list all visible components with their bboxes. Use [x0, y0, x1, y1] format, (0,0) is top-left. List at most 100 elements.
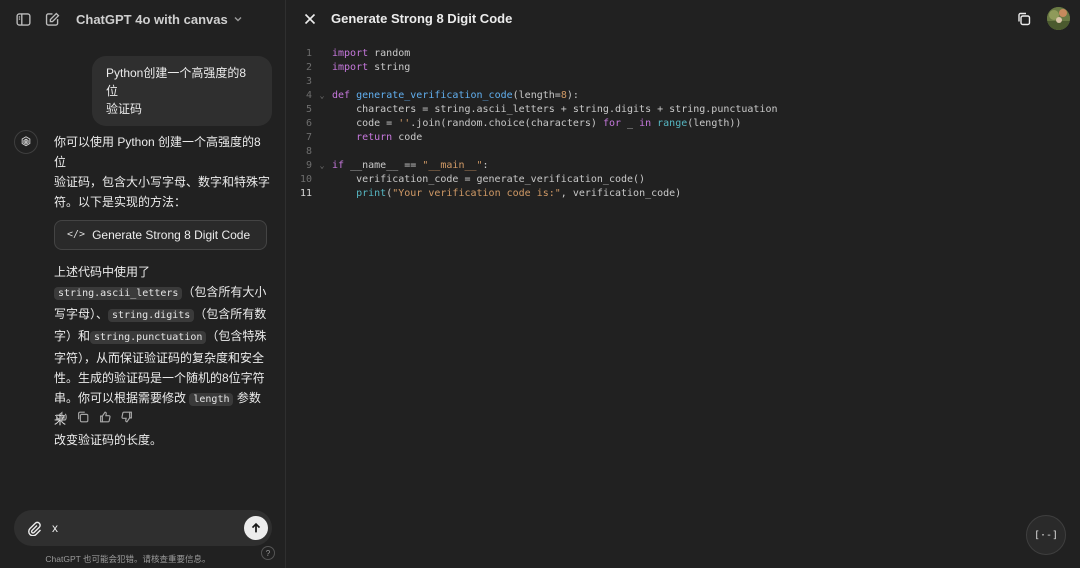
user-message: Python创建一个高强度的8位 验证码 — [92, 56, 272, 126]
code-token: if — [332, 160, 345, 171]
assistant-text-line: 你可以使用 Python 创建一个高强度的8位 — [54, 135, 261, 169]
assistant-text-fragment: （包含所有大小 — [182, 285, 267, 299]
code-token: generate_verification_code — [356, 90, 513, 101]
assistant-text-line: 性。生成的验证码是一个随机的8位字符 — [54, 371, 265, 385]
code-token: code — [392, 132, 423, 143]
message-input[interactable] — [52, 521, 244, 535]
inline-code: string.digits — [108, 309, 195, 322]
message-composer — [14, 510, 272, 546]
assistant-text-line: 写字母）、 string.digits （包含所有数 — [54, 304, 270, 326]
fold-marker — [312, 47, 332, 61]
line-number: 10 — [299, 174, 312, 185]
chat-panel: ChatGPT 4o with canvas Python创建一个高强度的8位 … — [0, 0, 286, 568]
code-token: (length= — [512, 90, 561, 101]
fold-marker[interactable]: ⌄ — [312, 159, 332, 173]
fold-marker[interactable]: ⌄ — [312, 89, 332, 103]
line-number: 9 — [305, 160, 312, 171]
code-text: code = ''.join(random.choice(characters)… — [332, 117, 741, 131]
copy-code-button[interactable] — [1016, 11, 1032, 27]
open-canvas-button[interactable]: </> Generate Strong 8 Digit Code — [54, 220, 268, 250]
user-avatar[interactable] — [1047, 7, 1070, 30]
code-editor[interactable]: 1 import random 2 import string 3 4 ⌄ def ge… — [286, 47, 1080, 201]
code-token: "Your verification code is:" — [392, 188, 561, 199]
new-chat-icon[interactable] — [43, 10, 61, 28]
code-text: import random — [332, 47, 410, 61]
help-button[interactable]: ? — [261, 546, 275, 560]
code-line: 1 import random — [286, 47, 1080, 61]
canvas-chip-label: Generate Strong 8 Digit Code — [92, 228, 251, 242]
inline-code: length — [189, 393, 234, 406]
canvas-panel: Generate Strong 8 Digit Code 1 import ran… — [286, 0, 1080, 568]
read-aloud-icon[interactable] — [54, 410, 68, 424]
code-token: _ — [621, 118, 640, 129]
chat-topbar: ChatGPT 4o with canvas — [0, 0, 286, 38]
copy-icon[interactable] — [76, 410, 90, 424]
app-root: ChatGPT 4o with canvas Python创建一个高强度的8位 … — [0, 0, 1080, 568]
code-token: "__main__" — [422, 160, 483, 171]
fold-marker — [312, 103, 332, 117]
code-line: 5 characters = string.ascii_letters + st… — [286, 103, 1080, 117]
code-token: range — [657, 118, 688, 129]
model-selector[interactable]: ChatGPT 4o with canvas — [76, 12, 243, 27]
assistant-text-line: 符。以下是实现的方法： — [54, 195, 187, 209]
attach-icon[interactable] — [26, 520, 42, 537]
code-text: verification_code = generate_verificatio… — [332, 174, 646, 185]
assistant-text-fragment: 字）和 — [54, 329, 91, 343]
code-token: for — [602, 118, 621, 129]
code-token: (length)) — [687, 118, 742, 129]
code-line: 11 print("Your verification code is:", v… — [286, 187, 1080, 201]
code-token: import — [332, 62, 369, 73]
line-number: 3 — [305, 76, 312, 87]
canvas-title: Generate Strong 8 Digit Code — [331, 11, 513, 26]
assistant-text-line: 上述代码中使用了 — [54, 265, 151, 279]
code-icon: </> — [67, 229, 86, 240]
user-message-line: 验证码 — [106, 102, 143, 116]
code-token: return — [332, 132, 393, 143]
code-line: 6 code = ''.join(random.choice(character… — [286, 117, 1080, 131]
code-text: import string — [332, 61, 410, 75]
code-token: __name__ == — [344, 160, 423, 171]
assistant-text-line: string.ascii_letters （包含所有大小 — [54, 282, 270, 304]
assistant-message: 你可以使用 Python 创建一个高强度的8位 验证码，包含大小写字母、数字和特… — [54, 132, 270, 450]
arrow-up-icon — [251, 522, 261, 533]
fold-marker — [312, 117, 332, 131]
code-text: if __name__ == "__main__": — [332, 159, 489, 173]
code-token: import — [332, 48, 369, 59]
line-number: 7 — [305, 132, 312, 143]
assistant-text-line: 字）和 string.punctuation （包含特殊 — [54, 326, 270, 348]
code-token: .join(random.choice(characters) — [410, 118, 603, 129]
fold-marker — [312, 173, 332, 187]
line-number: 1 — [305, 48, 312, 59]
code-token: random — [368, 48, 411, 59]
code-token: , verification_code) — [560, 188, 682, 199]
assistant-text-line: 验证码，包含大小写字母、数字和特殊字 — [54, 175, 271, 189]
line-number: 4 — [305, 90, 312, 101]
chevron-down-icon — [234, 17, 242, 22]
code-line: 9 ⌄ if __name__ == "__main__": — [286, 159, 1080, 173]
code-token: print — [332, 188, 387, 199]
code-token: ): — [566, 90, 579, 101]
thumbs-up-icon[interactable] — [98, 410, 112, 424]
code-token: string — [368, 62, 411, 73]
assistant-text-fragment: 串。你可以根据需要修改 — [54, 391, 187, 405]
assistant-text-line: 字符），从而保证验证码的复杂度和安全 — [54, 351, 265, 365]
canvas-header: Generate Strong 8 Digit Code — [286, 0, 1080, 38]
line-number: 6 — [305, 118, 312, 129]
fold-marker — [312, 75, 332, 89]
code-review-button[interactable]: [·-] — [1026, 515, 1066, 555]
code-line: 2 import string — [286, 61, 1080, 75]
line-number: 2 — [305, 62, 312, 73]
code-text: print("Your verification code is:", veri… — [332, 187, 681, 201]
close-canvas-button[interactable] — [302, 11, 318, 27]
code-token: code = — [332, 118, 399, 129]
sidebar-toggle-icon[interactable] — [14, 10, 32, 28]
code-line: 7 return code — [286, 131, 1080, 145]
assistant-text-line: 改变验证码的长度。 — [54, 433, 163, 447]
code-line: 8 — [286, 145, 1080, 159]
assistant-text-fragment: 写字母）、 — [54, 307, 109, 321]
send-button[interactable] — [244, 516, 268, 540]
code-token: def — [332, 90, 351, 101]
thumbs-down-icon[interactable] — [120, 410, 134, 424]
line-number: 11 — [299, 188, 312, 199]
fold-marker — [312, 131, 332, 145]
